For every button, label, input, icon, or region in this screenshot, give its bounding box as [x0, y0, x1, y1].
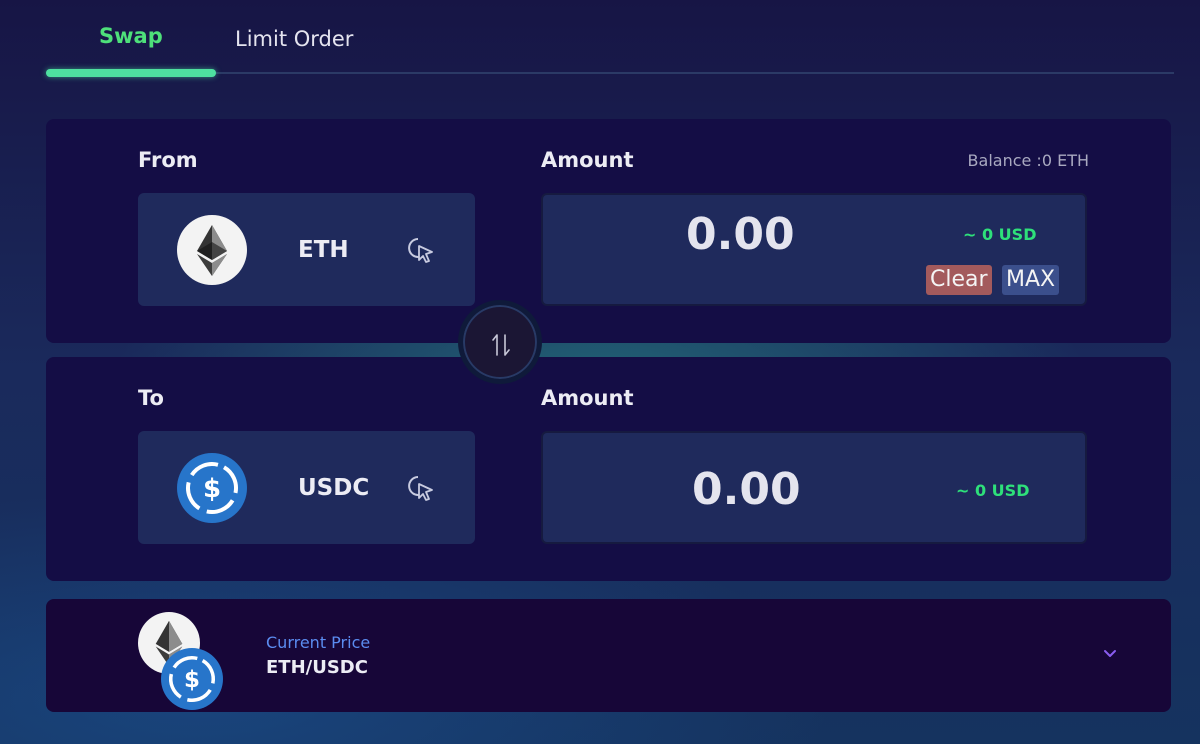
chevron-down-icon[interactable]: [1102, 645, 1118, 661]
pair-icons: $: [138, 612, 228, 710]
clear-button[interactable]: Clear: [926, 265, 992, 295]
price-pair: ETH/USDC: [266, 657, 368, 678]
svg-text:$: $: [184, 667, 200, 693]
from-amount-label: Amount: [541, 148, 634, 172]
to-token-name: USDC: [298, 475, 370, 501]
tab-active-indicator: [46, 69, 216, 77]
tab-limit-order[interactable]: Limit Order: [235, 27, 353, 51]
to-label: To: [138, 386, 164, 410]
svg-text:$: $: [203, 474, 221, 504]
tab-swap[interactable]: Swap: [99, 24, 163, 48]
from-amount-box[interactable]: 0.00 ~ 0 USD Clear MAX: [541, 193, 1087, 306]
from-token-name: ETH: [298, 237, 349, 263]
swap-direction-button[interactable]: [458, 300, 542, 384]
pointer-click-icon: [406, 235, 436, 265]
price-card[interactable]: $ Current Price ETH/USDC: [46, 599, 1171, 712]
usdc-logo-icon: $: [161, 648, 223, 710]
from-amount-value[interactable]: 0.00: [686, 209, 795, 260]
from-token-selector[interactable]: ETH: [138, 193, 475, 306]
to-token-selector[interactable]: $ USDC: [138, 431, 475, 544]
usdc-logo-icon: $: [177, 453, 247, 523]
to-amount-label: Amount: [541, 386, 634, 410]
current-price-label: Current Price: [266, 633, 371, 652]
to-usd-value: ~ 0 USD: [956, 481, 1030, 500]
from-card: From Amount Balance :0 ETH ETH 0.00 ~ 0 …: [46, 119, 1171, 343]
ethereum-logo-icon: [177, 215, 247, 285]
from-label: From: [138, 148, 198, 172]
swap-arrows-icon: [492, 334, 510, 356]
tab-bar: Swap Limit Order: [46, 0, 1174, 80]
to-amount-value[interactable]: 0.00: [692, 464, 801, 515]
balance-text: Balance :0 ETH: [967, 151, 1089, 170]
to-card: To Amount $ USDC 0.00 ~ 0 USD: [46, 357, 1171, 581]
max-button[interactable]: MAX: [1002, 265, 1060, 295]
from-usd-value: ~ 0 USD: [963, 225, 1037, 244]
to-amount-box[interactable]: 0.00 ~ 0 USD: [541, 431, 1087, 544]
pointer-click-icon: [406, 473, 436, 503]
